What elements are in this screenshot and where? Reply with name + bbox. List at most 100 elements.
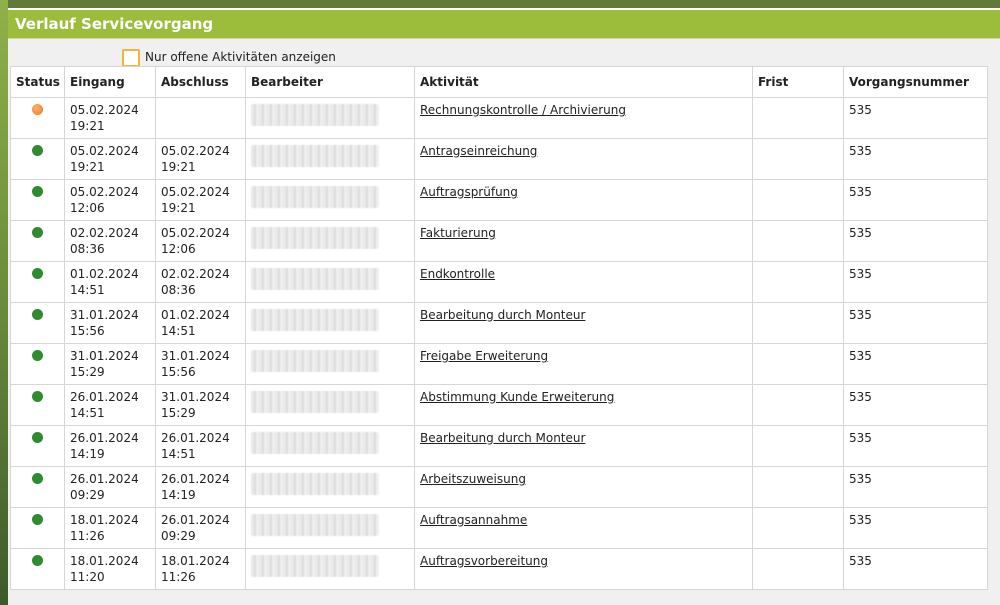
abschluss-cell: 31.01.2024 15:29: [155, 384, 246, 426]
activity-link[interactable]: Antragseinreichung: [420, 144, 537, 158]
aktivitaet-cell: Fakturierung: [414, 220, 753, 262]
frist-cell: [752, 179, 844, 221]
aktivitaet-cell: Bearbeitung durch Monteur: [414, 302, 753, 344]
vorgangsnummer: 535: [849, 185, 872, 199]
eingang-date: 31.01.2024: [70, 308, 139, 322]
table-row: 26.01.2024 14:51 31.01.2024 15:29 Abstimmung…: [10, 384, 988, 426]
frist-cell: [752, 384, 844, 426]
redacted-name: [251, 145, 379, 167]
column-header-abschluss[interactable]: Abschluss: [155, 66, 246, 98]
abschluss-cell: [155, 97, 246, 139]
eingang-date: 31.01.2024: [70, 349, 139, 363]
bearbeiter-cell: [245, 97, 415, 139]
activity-link[interactable]: Endkontrolle: [420, 267, 495, 281]
bearbeiter-cell: [245, 425, 415, 467]
activity-link[interactable]: Rechnungskontrolle / Archivierung: [420, 103, 626, 117]
frist-cell: [752, 343, 844, 385]
panel-title: Verlauf Servicevorgang: [8, 10, 1000, 39]
abschluss-cell: 26.01.2024 14:19: [155, 466, 246, 508]
vorgangsnummer: 535: [849, 472, 872, 486]
activity-link[interactable]: Abstimmung Kunde Erweiterung: [420, 390, 614, 404]
abschluss-time: 15:29: [161, 406, 196, 420]
abschluss-date: 31.01.2024: [161, 349, 230, 363]
column-header-frist[interactable]: Frist: [752, 66, 844, 98]
status-done-icon: [32, 432, 43, 443]
activity-link[interactable]: Auftragsannahme: [420, 513, 527, 527]
activity-link[interactable]: Auftragsprüfung: [420, 185, 518, 199]
eingang-date: 26.01.2024: [70, 472, 139, 486]
abschluss-cell: 31.01.2024 15:56: [155, 343, 246, 385]
activity-link[interactable]: Arbeitszuweisung: [420, 472, 526, 486]
redacted-name: [251, 104, 379, 126]
eingang-date: 18.01.2024: [70, 513, 139, 527]
activity-link[interactable]: Bearbeitung durch Monteur: [420, 431, 585, 445]
activity-link[interactable]: Fakturierung: [420, 226, 496, 240]
eingang-cell: 31.01.2024 15:29: [64, 343, 156, 385]
bearbeiter-cell: [245, 138, 415, 180]
eingang-cell: 26.01.2024 14:19: [64, 425, 156, 467]
abschluss-time: 19:21: [161, 160, 196, 174]
column-header-vorgangsnummer[interactable]: Vorgangsnummer: [843, 66, 988, 98]
vorgangsnummer: 535: [849, 226, 872, 240]
status-cell: [10, 220, 65, 262]
abschluss-time: 14:19: [161, 488, 196, 502]
vorgangsnummer-cell: 535: [843, 302, 988, 344]
activity-link[interactable]: Freigabe Erweiterung: [420, 349, 548, 363]
open-activities-checkbox[interactable]: [122, 49, 140, 67]
abschluss-date: 26.01.2024: [161, 513, 230, 527]
bearbeiter-cell: [245, 548, 415, 590]
open-activities-label[interactable]: Nur offene Aktivitäten anzeigen: [145, 50, 336, 64]
eingang-time: 11:26: [70, 529, 105, 543]
column-header-bearbeiter[interactable]: Bearbeiter: [245, 66, 415, 98]
frist-cell: [752, 302, 844, 344]
status-cell: [10, 466, 65, 508]
status-done-icon: [32, 514, 43, 525]
eingang-cell: 05.02.2024 19:21: [64, 138, 156, 180]
abschluss-cell: 05.02.2024 19:21: [155, 138, 246, 180]
activity-link[interactable]: Bearbeitung durch Monteur: [420, 308, 585, 322]
bearbeiter-cell: [245, 507, 415, 549]
table-row: 31.01.2024 15:56 01.02.2024 14:51 Bearbeitun…: [10, 302, 988, 344]
status-cell: [10, 302, 65, 344]
frist-cell: [752, 425, 844, 467]
eingang-date: 05.02.2024: [70, 144, 139, 158]
aktivitaet-cell: Arbeitszuweisung: [414, 466, 753, 508]
table-row: 05.02.2024 19:21 Rechnungskontrolle / Arch…: [10, 97, 988, 139]
abschluss-date: 18.01.2024: [161, 554, 230, 568]
abschluss-cell: 05.02.2024 12:06: [155, 220, 246, 262]
column-header-status[interactable]: Status: [10, 66, 65, 98]
column-header-aktivitaet[interactable]: Aktivität: [414, 66, 753, 98]
vorgangsnummer: 535: [849, 103, 872, 117]
abschluss-date: 05.02.2024: [161, 226, 230, 240]
eingang-cell: 05.02.2024 19:21: [64, 97, 156, 139]
table-row: 05.02.2024 19:21 05.02.2024 19:21 Antragsein…: [10, 138, 988, 180]
bearbeiter-cell: [245, 179, 415, 221]
vorgangsnummer: 535: [849, 308, 872, 322]
aktivitaet-cell: Bearbeitung durch Monteur: [414, 425, 753, 467]
eingang-time: 14:51: [70, 283, 105, 297]
status-done-icon: [32, 309, 43, 320]
status-cell: [10, 507, 65, 549]
column-header-eingang[interactable]: Eingang: [64, 66, 156, 98]
eingang-cell: 05.02.2024 12:06: [64, 179, 156, 221]
abschluss-date: 05.02.2024: [161, 144, 230, 158]
eingang-time: 15:29: [70, 365, 105, 379]
eingang-date: 26.01.2024: [70, 390, 139, 404]
vorgangsnummer-cell: 535: [843, 261, 988, 303]
table-row: 01.02.2024 14:51 02.02.2024 08:36 Endkontrol…: [10, 261, 988, 303]
eingang-time: 14:51: [70, 406, 105, 420]
history-table: Status Eingang Abschluss Bearbeiter Akti…: [10, 66, 988, 590]
vorgangsnummer: 535: [849, 513, 872, 527]
eingang-time: 19:21: [70, 119, 105, 133]
abschluss-cell: 05.02.2024 19:21: [155, 179, 246, 221]
activity-link[interactable]: Auftragsvorbereitung: [420, 554, 548, 568]
status-open-icon: [32, 104, 43, 115]
redacted-name: [251, 391, 379, 413]
bearbeiter-cell: [245, 220, 415, 262]
eingang-cell: 18.01.2024 11:26: [64, 507, 156, 549]
abschluss-cell: 26.01.2024 09:29: [155, 507, 246, 549]
redacted-name: [251, 473, 379, 495]
abschluss-time: 19:21: [161, 201, 196, 215]
aktivitaet-cell: Abstimmung Kunde Erweiterung: [414, 384, 753, 426]
abschluss-time: 08:36: [161, 283, 196, 297]
